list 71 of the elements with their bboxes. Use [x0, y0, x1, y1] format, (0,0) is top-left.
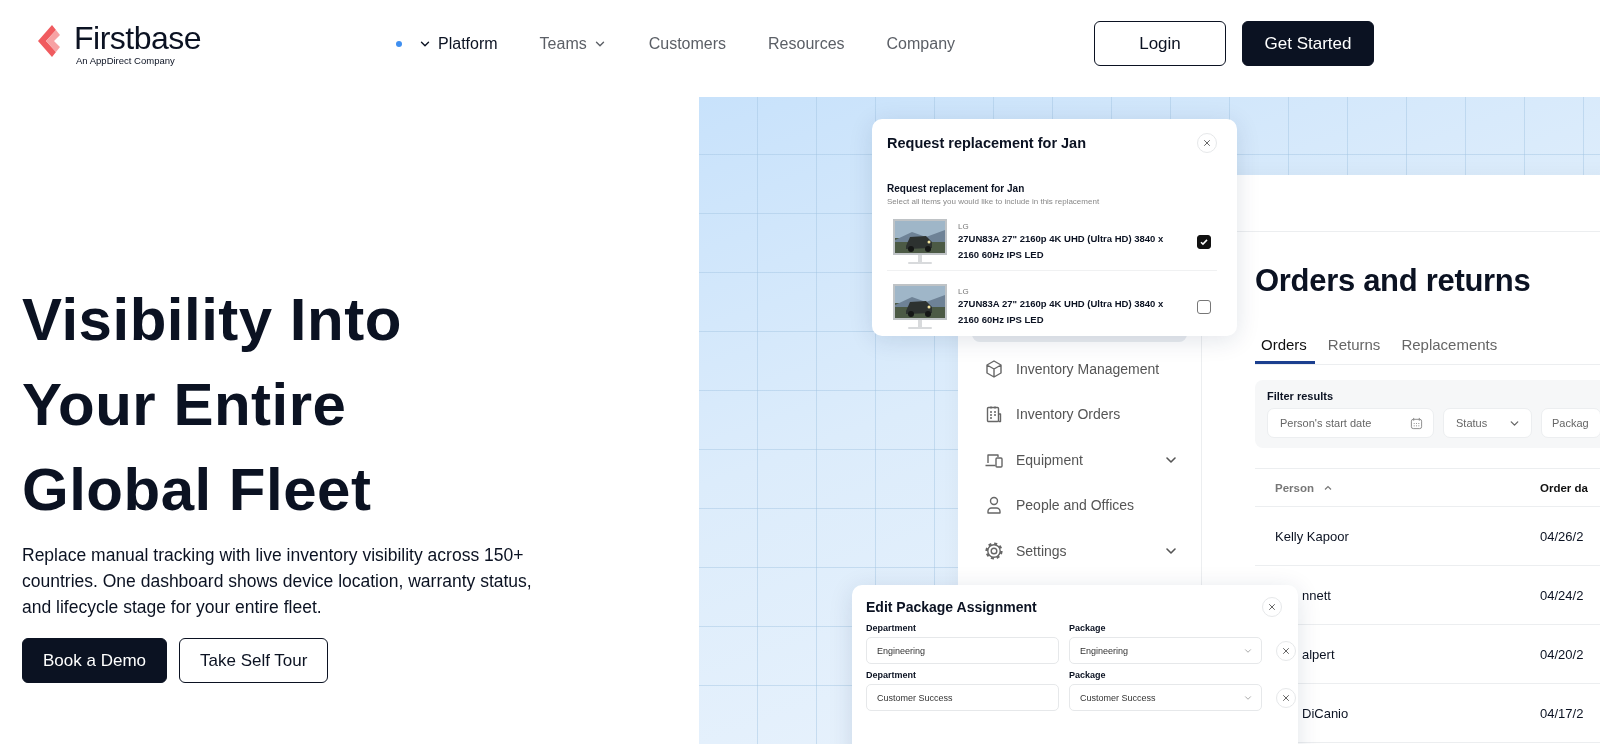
- filter-field[interactable]: Packag: [1541, 408, 1600, 438]
- close-icon: [1281, 646, 1291, 656]
- sidebar-item[interactable]: Inventory Management: [972, 346, 1187, 392]
- table-cell: DiCanio: [1302, 705, 1349, 721]
- close-button[interactable]: [1197, 133, 1217, 153]
- sidebar-item[interactable]: Inventory Orders: [972, 391, 1187, 437]
- table-cell: 04/24/2: [1540, 587, 1584, 603]
- page-title: Orders and returns: [1255, 262, 1532, 300]
- table-cell: alpert: [1302, 646, 1335, 662]
- hero-description: Replace manual tracking with live inventory visibility across 150+ countries. One dashboard shows device location, warranty status, and lifecycle stage for your entire fleet.: [22, 544, 533, 619]
- tab[interactable]: Orders: [1255, 336, 1315, 364]
- clipboard-icon: [984, 404, 1004, 425]
- box-icon: [984, 358, 1004, 379]
- check-icon: [1198, 236, 1210, 248]
- sidebar-item[interactable]: Settings: [972, 528, 1187, 574]
- item-name: 27UN83A 27" 2160p 4K UHD (Ultra HD) 3840 x 2160 60Hz IPS LED: [958, 231, 1165, 262]
- logo-wordmark: Firstbase: [74, 21, 202, 55]
- tab[interactable]: Replacements: [1393, 336, 1506, 364]
- close-icon: [1281, 693, 1291, 703]
- table-cell: nnett: [1302, 587, 1331, 603]
- get-started-button[interactable]: Get Started: [1242, 21, 1374, 66]
- nav-link[interactable]: Platform: [396, 34, 498, 53]
- close-icon: [1202, 138, 1212, 148]
- active-dot-icon: [396, 40, 402, 47]
- dialog-title: Edit Package Assignment: [866, 599, 1037, 615]
- date-filter[interactable]: Person's start date: [1267, 408, 1434, 438]
- dialog-heading: Request replacement for Jan: [887, 183, 1026, 194]
- dialog-title: Request replacement for Jan: [887, 135, 1087, 151]
- hero-heading: Your Entire: [22, 370, 348, 440]
- nav-link[interactable]: Teams: [539, 34, 607, 53]
- close-button[interactable]: [1276, 641, 1296, 661]
- column-header[interactable]: Order da: [1540, 468, 1600, 507]
- checkbox[interactable]: [1197, 300, 1211, 314]
- self-tour-button[interactable]: Take Self Tour: [179, 638, 329, 683]
- close-button[interactable]: [1276, 688, 1296, 708]
- field-label: Department: [866, 670, 917, 680]
- nav-link[interactable]: Customers: [648, 34, 727, 53]
- table-cell: 04/20/2: [1540, 646, 1584, 662]
- hero-heading: Visibility Into: [22, 285, 403, 355]
- field-label: Department: [866, 623, 917, 633]
- gear-icon: [984, 540, 1004, 561]
- checkbox[interactable]: [1197, 235, 1211, 249]
- package-select[interactable]: Customer Success: [1069, 684, 1262, 711]
- person-icon: [984, 495, 1004, 516]
- nav-link[interactable]: Company: [886, 34, 956, 53]
- tab[interactable]: Returns: [1319, 336, 1389, 364]
- logo-tagline: An AppDirect Company: [76, 55, 176, 66]
- sidebar-item[interactable]: Equipment: [972, 437, 1187, 483]
- item-brand: LG: [958, 286, 970, 296]
- column-header[interactable]: Person: [1255, 468, 1540, 507]
- field-label: Package: [1069, 670, 1107, 680]
- status-filter[interactable]: Status: [1443, 408, 1532, 438]
- table-cell: 04/17/2: [1540, 705, 1584, 721]
- table-cell: Kelly Kapoor: [1275, 528, 1349, 544]
- dialog-description: Select all items you would like to include in this replacement: [887, 197, 1101, 206]
- nav-link[interactable]: Resources: [768, 34, 845, 53]
- filter-label: Filter results: [1267, 390, 1335, 402]
- item-brand: LG: [958, 221, 970, 231]
- close-button[interactable]: [1262, 597, 1282, 617]
- department-field[interactable]: Engineering: [866, 637, 1059, 664]
- package-select[interactable]: Engineering: [1069, 637, 1262, 664]
- table-cell: 04/26/2: [1540, 528, 1584, 544]
- book-demo-button[interactable]: Book a Demo: [22, 638, 167, 683]
- calendar-icon: [1410, 416, 1423, 430]
- login-button[interactable]: Login: [1094, 21, 1226, 66]
- field-label: Package: [1069, 623, 1107, 633]
- sidebar-item[interactable]: People and Offices: [972, 482, 1187, 528]
- item-name: 27UN83A 27" 2160p 4K UHD (Ultra HD) 3840 x 2160 60Hz IPS LED: [958, 296, 1165, 327]
- hero-heading: Global Fleet: [22, 455, 373, 525]
- department-field[interactable]: Customer Success: [866, 684, 1059, 711]
- close-icon: [1267, 602, 1277, 612]
